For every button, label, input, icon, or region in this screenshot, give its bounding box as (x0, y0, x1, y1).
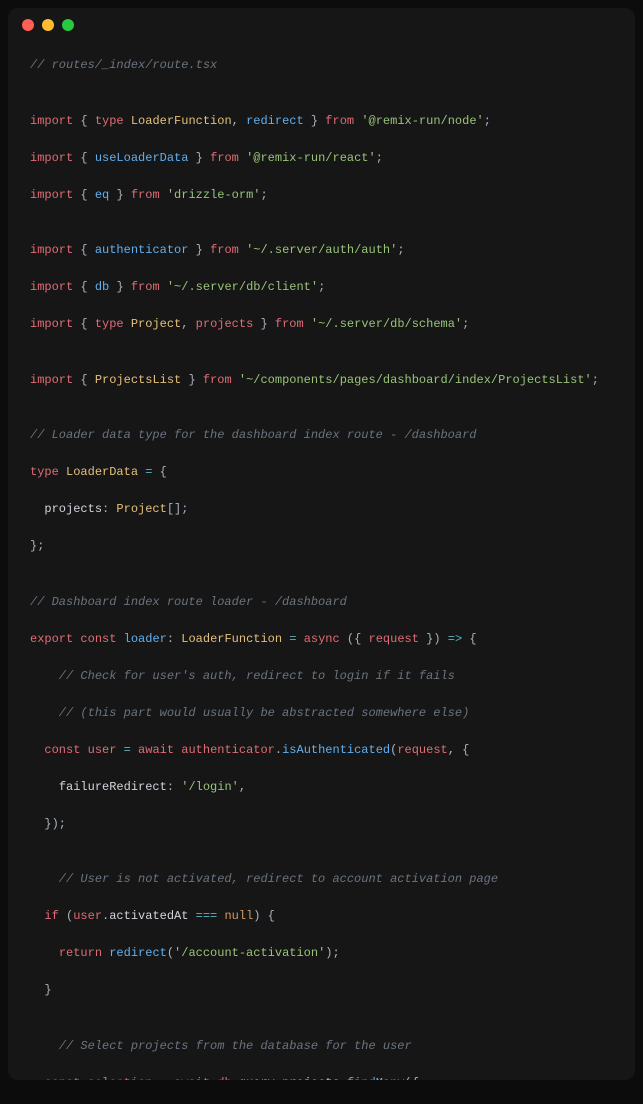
editor-window: // routes/_index/route.tsx import { type… (8, 8, 635, 1080)
zoom-icon[interactable] (62, 19, 74, 31)
file-path-comment: // routes/_index/route.tsx (30, 58, 217, 72)
code-area: // routes/_index/route.tsx import { type… (8, 42, 635, 1080)
minimize-icon[interactable] (42, 19, 54, 31)
close-icon[interactable] (22, 19, 34, 31)
titlebar (8, 8, 635, 42)
